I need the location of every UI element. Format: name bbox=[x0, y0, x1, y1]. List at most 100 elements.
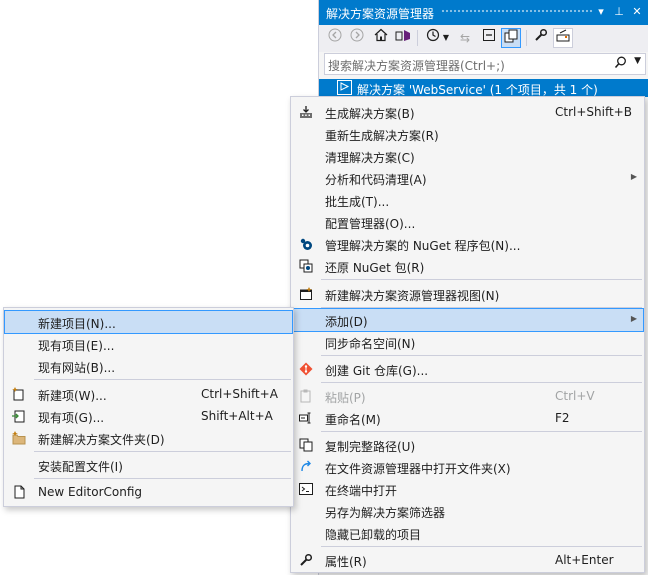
chevron-down-icon[interactable]: ▼ bbox=[440, 28, 452, 48]
menu-item-new-solution-folder[interactable]: 新建解决方案文件夹(D) bbox=[5, 427, 292, 449]
menu-separator bbox=[321, 355, 642, 356]
menu-item-sync-namespaces[interactable]: 同步命名空间(N) bbox=[292, 331, 643, 353]
submenu-arrow-icon: ▶ bbox=[630, 172, 637, 181]
menu-item-create-git-repo[interactable]: 创建 Git 仓库(G)... bbox=[292, 358, 643, 380]
submenu-arrow-icon: ▶ bbox=[630, 314, 637, 323]
nuget-icon bbox=[298, 237, 314, 251]
solution-tree-node[interactable]: 解决方案 'WebService' (1 个项目，共 1 个) bbox=[319, 79, 648, 97]
menu-item-label: 重新生成解决方案(R) bbox=[325, 129, 439, 143]
copy-icon bbox=[298, 438, 314, 452]
menu-item-label: 分析和代码清理(A) bbox=[325, 173, 427, 187]
pin-icon[interactable]: ⊥ bbox=[611, 4, 627, 20]
menu-item-install-config[interactable]: 安装配置文件(I) bbox=[5, 454, 292, 476]
forward-icon[interactable] bbox=[347, 28, 367, 48]
menu-item-existing-project[interactable]: 现有项目(E)... bbox=[5, 333, 292, 355]
titlebar-grip bbox=[441, 9, 593, 14]
search-placeholder: 搜索解决方案资源管理器(Ctrl+;) bbox=[328, 59, 505, 73]
back-icon[interactable] bbox=[325, 28, 345, 48]
menu-item-shortcut: Ctrl+V bbox=[555, 389, 595, 403]
home-icon[interactable] bbox=[371, 28, 391, 48]
show-all-files-icon[interactable] bbox=[501, 28, 521, 48]
menu-item-rebuild-solution[interactable]: 重新生成解决方案(R) bbox=[292, 123, 643, 145]
menu-item-label: New EditorConfig bbox=[38, 485, 143, 499]
preview-selected-items-icon[interactable] bbox=[553, 28, 573, 48]
menu-separator bbox=[34, 478, 291, 479]
menu-item-label: 重命名(M) bbox=[325, 413, 381, 427]
menu-item-label: 属性(R) bbox=[325, 555, 367, 569]
menu-item-rename[interactable]: 重命名(M) F2 bbox=[292, 407, 643, 429]
existing-item-icon bbox=[11, 409, 27, 423]
menu-item-save-as-filter[interactable]: 另存为解决方案筛选器 bbox=[292, 500, 643, 522]
menu-item-label: 生成解决方案(B) bbox=[325, 107, 415, 121]
menu-item-label: 现有项(G)... bbox=[38, 411, 105, 425]
menu-item-label: 复制完整路径(U) bbox=[325, 440, 416, 454]
panel-title: 解决方案资源管理器 bbox=[326, 7, 435, 21]
wrench-icon[interactable] bbox=[531, 28, 551, 48]
wrench-icon bbox=[298, 553, 314, 567]
solution-icon bbox=[337, 80, 352, 95]
menu-item-clean-solution[interactable]: 清理解决方案(C) bbox=[292, 145, 643, 167]
panel-titlebar: 解决方案资源管理器 ▾ ⊥ ✕ bbox=[319, 0, 648, 25]
menu-separator bbox=[34, 451, 291, 452]
menu-item-restore-nuget[interactable]: 还原 NuGet 包(R) bbox=[292, 255, 643, 277]
restore-packages-icon bbox=[298, 259, 314, 273]
menu-item-label: 现有项目(E)... bbox=[38, 339, 115, 353]
menu-item-existing-item[interactable]: 现有项(G)... Shift+Alt+A bbox=[5, 405, 292, 427]
menu-item-hide-unloaded-projects[interactable]: 隐藏已卸载的项目 bbox=[292, 522, 643, 544]
menu-item-label: 清理解决方案(C) bbox=[325, 151, 415, 165]
menu-separator bbox=[321, 307, 642, 308]
git-icon bbox=[298, 362, 314, 376]
menu-item-label: 批生成(T)... bbox=[325, 195, 390, 209]
menu-item-batch-build[interactable]: 批生成(T)... bbox=[292, 189, 643, 211]
menu-item-existing-website[interactable]: 现有网站(B)... bbox=[5, 355, 292, 377]
collapse-all-icon[interactable] bbox=[479, 28, 499, 48]
menu-item-shortcut: Ctrl+Shift+B bbox=[555, 105, 632, 119]
menu-item-manage-nuget[interactable]: 管理解决方案的 NuGet 程序包(N)... bbox=[292, 233, 643, 255]
menu-item-label: 添加(D) bbox=[325, 315, 368, 329]
search-field[interactable]: 搜索解决方案资源管理器(Ctrl+;) ▼ bbox=[324, 53, 646, 75]
search-icon[interactable] bbox=[614, 56, 627, 72]
menu-item-shortcut: F2 bbox=[555, 411, 570, 425]
menu-item-copy-full-path[interactable]: 复制完整路径(U) bbox=[292, 434, 643, 456]
close-icon[interactable]: ✕ bbox=[629, 4, 645, 20]
menu-item-new-project[interactable]: 新建项目(N)... bbox=[4, 310, 293, 334]
menu-item-new-explorer-view[interactable]: 新建解决方案资源管理器视图(N) bbox=[292, 283, 643, 305]
menu-item-label: 粘贴(P) bbox=[325, 391, 366, 405]
menu-separator bbox=[321, 546, 642, 547]
menu-item-label: 还原 NuGet 包(R) bbox=[325, 261, 425, 275]
toolbar-separator bbox=[526, 30, 527, 46]
menu-item-open-in-terminal[interactable]: 在终端中打开 bbox=[292, 478, 643, 500]
file-icon bbox=[11, 485, 27, 499]
menu-item-label: 配置管理器(O)... bbox=[325, 217, 416, 231]
menu-item-label: 新建解决方案资源管理器视图(N) bbox=[325, 289, 500, 303]
menu-separator bbox=[321, 431, 642, 432]
menu-separator bbox=[321, 382, 642, 383]
menu-item-properties[interactable]: 属性(R) Alt+Enter bbox=[292, 549, 643, 571]
menu-item-shortcut: Alt+Enter bbox=[555, 553, 614, 567]
window-position-icon[interactable]: ▾ bbox=[593, 4, 609, 20]
menu-item-add[interactable]: 添加(D) ▶ bbox=[291, 308, 644, 332]
menu-item-configuration-manager[interactable]: 配置管理器(O)... bbox=[292, 211, 643, 233]
terminal-icon bbox=[298, 482, 314, 496]
chevron-down-icon[interactable]: ▼ bbox=[634, 56, 641, 66]
add-submenu: 新建项目(N)... 现有项目(E)... 现有网站(B)... 新建项(W).… bbox=[3, 307, 294, 507]
panel-toolbar: ▼ ⇆ bbox=[319, 25, 648, 52]
menu-item-label: 在文件资源管理器中打开文件夹(X) bbox=[325, 462, 511, 476]
open-folder-arrow-icon bbox=[298, 460, 314, 474]
menu-item-shortcut: Shift+Alt+A bbox=[201, 409, 273, 423]
menu-item-analyze-code-cleanup[interactable]: 分析和代码清理(A) ▶ bbox=[292, 167, 643, 189]
menu-item-label: 现有网站(B)... bbox=[38, 361, 116, 375]
menu-item-label: 在终端中打开 bbox=[325, 484, 398, 498]
solution-context-menu: 生成解决方案(B) Ctrl+Shift+B 重新生成解决方案(R) 清理解决方… bbox=[290, 96, 645, 573]
sync-with-active-document-icon[interactable]: ⇆ bbox=[455, 28, 475, 48]
menu-item-new-item[interactable]: 新建项(W)... Ctrl+Shift+A bbox=[5, 383, 292, 405]
menu-item-new-editorconfig[interactable]: New EditorConfig bbox=[5, 481, 292, 503]
menu-item-label: 新建项目(N)... bbox=[38, 317, 116, 331]
menu-item-paste[interactable]: 粘贴(P) Ctrl+V bbox=[292, 385, 643, 407]
paste-icon bbox=[298, 389, 314, 403]
new-folder-icon bbox=[11, 431, 27, 445]
vs-switch-views-icon[interactable] bbox=[393, 28, 413, 48]
menu-item-label: 创建 Git 仓库(G)... bbox=[325, 364, 429, 378]
menu-item-open-in-file-explorer[interactable]: 在文件资源管理器中打开文件夹(X) bbox=[292, 456, 643, 478]
menu-item-build-solution[interactable]: 生成解决方案(B) Ctrl+Shift+B bbox=[292, 101, 643, 123]
